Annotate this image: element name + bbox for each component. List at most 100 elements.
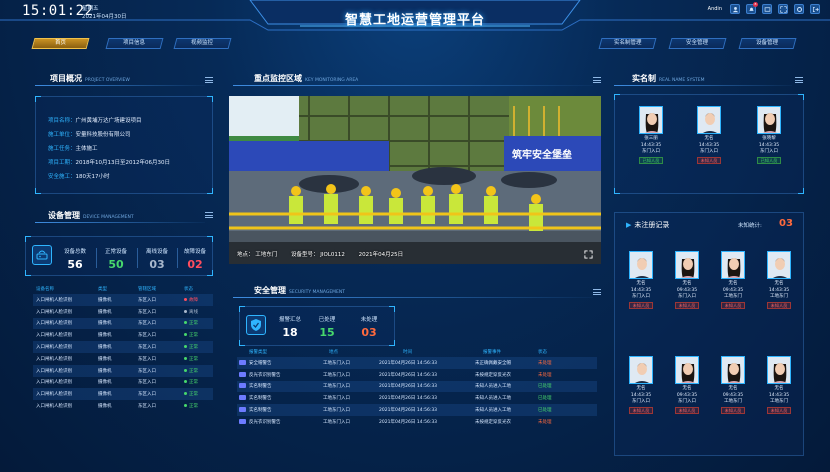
device-type: 摄像机	[98, 356, 112, 362]
table-row[interactable]: 反光衣识别警告 工地东门入口 2021年04月26日 14:56:33 未按规定…	[237, 369, 597, 381]
stat-value: 02	[187, 258, 203, 271]
alarm-time: 2021年04月26日 14:56:33	[379, 396, 438, 402]
table-row[interactable]: 入口闸机人脸识别 摄像机 东区入口 正常	[33, 341, 213, 353]
nav-security-mgmt[interactable]: 安全管理	[668, 38, 727, 49]
title-underline	[35, 222, 205, 223]
monitoring-title: 重点监控区域 KEY MONITORING AREA	[254, 74, 359, 83]
person-card[interactable]: 张三丽 14:43:35 东门入口 已知人员	[625, 106, 677, 164]
status-badge: 未知人员	[720, 406, 746, 414]
menu-icon[interactable]	[795, 77, 803, 83]
person-card[interactable]: 张晓黎 14:43:35 东门入口 已知人员	[743, 106, 795, 164]
col-status: 状态	[538, 349, 547, 355]
person-card[interactable]: 无名 14:43:35 工地东门 未知人员	[753, 251, 805, 309]
title-plate: 智慧工地运营管理平台	[255, 0, 575, 34]
monitor-video[interactable]: 筑牢安全堡垒 地点： 工地东门 设备型号： JIOL0112 2021年04月2…	[229, 96, 601, 264]
person-place: 东门入口	[632, 399, 650, 404]
fullscreen-icon[interactable]	[584, 250, 593, 259]
menu-icon[interactable]	[205, 77, 213, 83]
person-photo	[767, 251, 791, 279]
status-badge: 已知人员	[638, 156, 664, 164]
fullscreen-icon[interactable]	[778, 4, 788, 14]
date-block: 星期五 2021年04月30日	[82, 5, 127, 21]
table-row[interactable]: 入口闸机人脸识别 摄像机 东区入口 正常	[33, 400, 213, 412]
notification-count: 8	[753, 2, 758, 7]
table-row[interactable]: 入口闸机人脸识别 摄像机 东区入口 正常	[33, 317, 213, 330]
device-name: 入口闸机人脸识别	[33, 341, 95, 353]
menu-icon[interactable]	[593, 77, 601, 83]
table-row[interactable]: 入口闸机人脸识别 摄像机 东区入口 故障	[33, 294, 213, 306]
safe-construction-row: 安全施工：180天17小时	[48, 174, 110, 180]
device-management-title: 设备管理 DEVICE MANAGEMENT	[48, 211, 134, 220]
table-row[interactable]: 入口闸机人脸识别 摄像机 东区入口 离线	[33, 306, 213, 318]
col-event: 报警事件	[483, 349, 501, 355]
person-card[interactable]: 无名 14:43:35 东门入口 未知人员	[615, 251, 667, 309]
unregistered-panel	[614, 212, 804, 456]
unknown-count: 03	[779, 218, 793, 229]
status-dot-icon	[184, 297, 187, 301]
logout-icon[interactable]	[810, 4, 820, 14]
construction-task-row: 施工任务：主体施工	[48, 146, 98, 152]
unregistered-title: ▶ 未注册记录	[626, 221, 670, 229]
person-place: 东门入口	[678, 399, 696, 404]
table-row[interactable]: 实名制警告 工地东门入口 2021年04月26日 14:56:33 未知人员进入…	[237, 380, 597, 393]
nav-device-mgmt[interactable]: 设备管理	[738, 38, 797, 49]
person-photo	[675, 356, 699, 384]
person-place: 工地东门	[724, 399, 742, 404]
title-underline	[233, 85, 593, 86]
device-normal-stat: 正常设备 50	[99, 247, 133, 271]
alarm-status: 已处理	[535, 380, 597, 393]
status-dot-icon	[184, 345, 187, 349]
menu-icon[interactable]	[593, 289, 601, 295]
nav-home[interactable]: 首页	[31, 38, 90, 49]
person-card[interactable]: 无名 14:43:35 工地东门 未知人员	[753, 356, 805, 414]
status-dot-icon	[184, 356, 187, 360]
table-row[interactable]: 入口闸机人脸识别 摄像机 东区入口 正常	[33, 377, 213, 389]
device-offline-stat: 离线设备 03	[140, 247, 174, 271]
table-row[interactable]: 入口闸机人脸识别 摄像机 东区入口 正常	[33, 329, 213, 341]
nav-video-monitor[interactable]: 视频监控	[173, 38, 232, 49]
status-dot-icon	[184, 333, 187, 337]
alarm-event: 未知人员进入工地	[475, 396, 511, 402]
bell-icon[interactable]: 8	[746, 2, 758, 14]
alarm-event: 未正确佩戴安全帽	[455, 357, 535, 369]
device-name: 入口闸机人脸识别	[33, 317, 95, 330]
project-overview-title: 项目概况 PROJECT OVERVIEW	[50, 74, 130, 83]
device-name: 入口闸机人脸识别	[36, 309, 72, 315]
status-badge: 未知人员	[674, 301, 700, 309]
table-row[interactable]: 实名制警告 工地东门入口 2021年04月26日 14:56:33 未知人员进入…	[237, 392, 597, 404]
person-place: 工地东门	[724, 294, 742, 299]
stat-value: 03	[361, 326, 377, 339]
nav-realname-mgmt[interactable]: 实名制管理	[598, 38, 657, 49]
table-row[interactable]: 安全帽警告 工地东门入口 2021年04月26日 14:56:33 未正确佩戴安…	[237, 357, 597, 369]
person-card[interactable]: 无名 09:43:35 工地东门 未知人员	[707, 251, 759, 309]
menu-icon[interactable]	[205, 212, 213, 218]
device-name: 入口闸机人脸识别	[36, 380, 72, 386]
alarm-time: 2021年04月26日 14:56:33	[379, 372, 438, 378]
user-toolbar: Andin 8	[708, 2, 820, 14]
device-area: 东区入口	[135, 317, 181, 330]
person-card[interactable]: 无名 09:43:35 东门入口 未知人员	[661, 356, 713, 414]
gear-icon[interactable]	[794, 4, 804, 14]
nav-project-info[interactable]: 项目信息	[105, 38, 164, 49]
alarm-type-cell: 实名制警告	[237, 392, 309, 404]
user-icon[interactable]	[730, 4, 740, 14]
person-card[interactable]: 无名 09:43:35 工地东门 未知人员	[707, 356, 759, 414]
table-row[interactable]: 实名制警告 工地东门入口 2021年04月26日 14:56:33 未知人员进入…	[237, 404, 597, 416]
device-status: 正常	[181, 364, 213, 377]
table-row[interactable]: 反光衣识别警告 工地东门入口 2021年04月26日 14:56:33 未按规定…	[237, 416, 597, 428]
person-card[interactable]: 无名 14:43:35 东门入口 未知人员	[615, 356, 667, 414]
status-badge: 未知人员	[766, 301, 792, 309]
table-row[interactable]: 入口闸机人脸识别 摄像机 东区入口 正常	[33, 353, 213, 365]
table-row[interactable]: 入口闸机人脸识别 摄像机 东区入口 正常	[33, 388, 213, 401]
status-dot-icon	[184, 404, 187, 408]
title-underline	[35, 85, 205, 86]
alarm-time: 2021年04月26日 14:56:33	[373, 404, 455, 416]
table-row[interactable]: 入口闸机人脸识别 摄像机 东区入口 正常	[33, 364, 213, 377]
status-dot-icon	[184, 309, 187, 313]
message-icon[interactable]	[762, 4, 772, 14]
device-status: 故障	[181, 294, 213, 306]
person-card[interactable]: 无名 09:43:35 东门入口 未知人员	[661, 251, 713, 309]
device-status: 正常	[181, 329, 213, 341]
device-area: 东区入口	[135, 364, 181, 377]
person-card[interactable]: 无名 14:43:35 东门入口 未知人员	[683, 106, 735, 164]
